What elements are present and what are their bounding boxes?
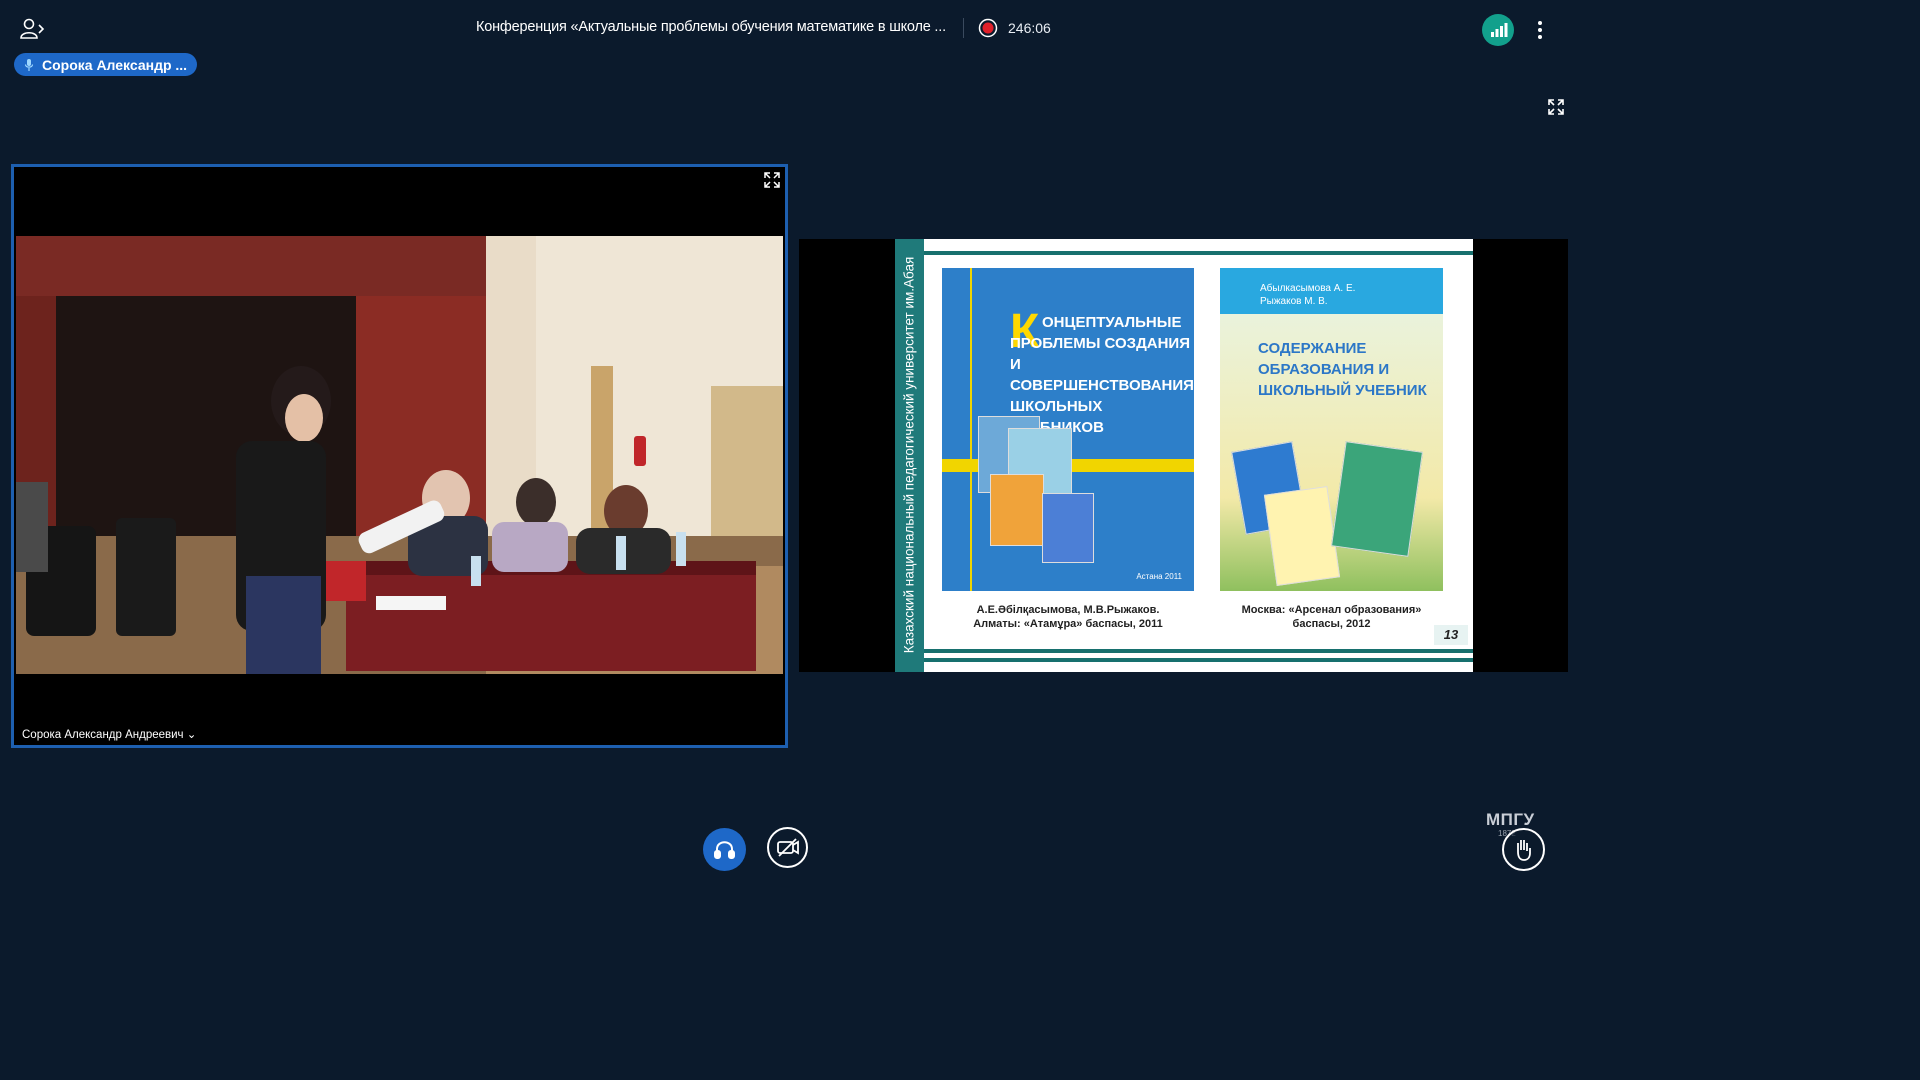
mic-icon [23, 58, 35, 72]
headphones-icon[interactable] [703, 828, 746, 871]
book2-author-2: Рыжаков М. В. [1260, 296, 1328, 307]
cover-line [970, 268, 972, 591]
book1-caption: А.Е.Әбілқасымова, М.В.Рыжаков. Алматы: «… [942, 603, 1194, 631]
mini-book [1263, 485, 1341, 587]
book1-city: Астана 2011 [1136, 572, 1182, 581]
book2-title: Содержание образования и школьный учебни… [1258, 340, 1427, 399]
slide-side-bar: Казахский национальный педагогический ун… [895, 239, 924, 672]
connection-status-icon[interactable] [1482, 14, 1514, 46]
mini-book [990, 474, 1044, 546]
mini-book [1042, 493, 1094, 563]
university-name: Казахский национальный педагогический ун… [901, 256, 917, 654]
active-speaker-pill[interactable]: Сорока Александр ... [14, 53, 197, 76]
fullscreen-icon[interactable] [1546, 97, 1566, 117]
raise-hand-icon[interactable] [1502, 828, 1545, 871]
top-bar: Конференция «Актуальные проблемы обучени… [0, 0, 1568, 56]
book2-caption: Москва: «Арсенал образования» баспасы, 2… [1220, 603, 1443, 631]
conference-title: Конференция «Актуальные проблемы обучени… [476, 19, 946, 35]
book1-caption-line1: А.Е.Әбілқасымова, М.В.Рыжаков. [976, 604, 1160, 616]
book2-author-1: Абылкасымова А. Е. [1260, 283, 1356, 294]
slide-bottom-line [924, 649, 1473, 653]
book2-caption-line1: Москва: «Арсенал образования» [1241, 604, 1422, 616]
presentation-slide: Казахский национальный педагогический ун… [895, 239, 1473, 672]
expand-video-icon[interactable] [763, 171, 781, 189]
video-stream [16, 236, 783, 674]
camera-off-icon[interactable] [767, 827, 808, 868]
chevron-down-icon: ⌄ [186, 729, 197, 741]
record-icon[interactable] [978, 18, 998, 38]
topbar-divider [963, 18, 964, 38]
users-list-icon[interactable] [18, 16, 48, 42]
slide-top-line [924, 251, 1473, 255]
active-speaker-name: Сорока Александр ... [42, 56, 188, 73]
slide-page-number: 13 [1434, 625, 1468, 645]
more-options-icon[interactable] [1530, 17, 1550, 43]
book-cover-1: К онцептуальные проблемы создания и сове… [942, 268, 1194, 591]
book1-caption-line2: Алматы: «Атамұра» баспасы, 2011 [973, 618, 1163, 630]
participant-name: Сорока Александр Андреевич [22, 729, 184, 741]
book-cover-2: Абылкасымова А. Е. Рыжаков М. В. Содержа… [1220, 268, 1443, 591]
mpgu-logo: МПГУ [1486, 810, 1535, 829]
slide-bottom-line-2 [924, 658, 1473, 662]
participant-name-label[interactable]: Сорока Александр Андреевич ⌄ [22, 727, 196, 741]
participant-video-tile[interactable]: Сорока Александр Андреевич ⌄ [11, 164, 788, 748]
screen-share: Казахский национальный педагогический ун… [799, 239, 1568, 672]
book2-caption-line2: баспасы, 2012 [1292, 618, 1371, 630]
mini-book [1331, 441, 1423, 557]
book2-authors: Абылкасымова А. Е. Рыжаков М. В. [1260, 282, 1355, 308]
recording-timer: 246:06 [1008, 20, 1051, 36]
